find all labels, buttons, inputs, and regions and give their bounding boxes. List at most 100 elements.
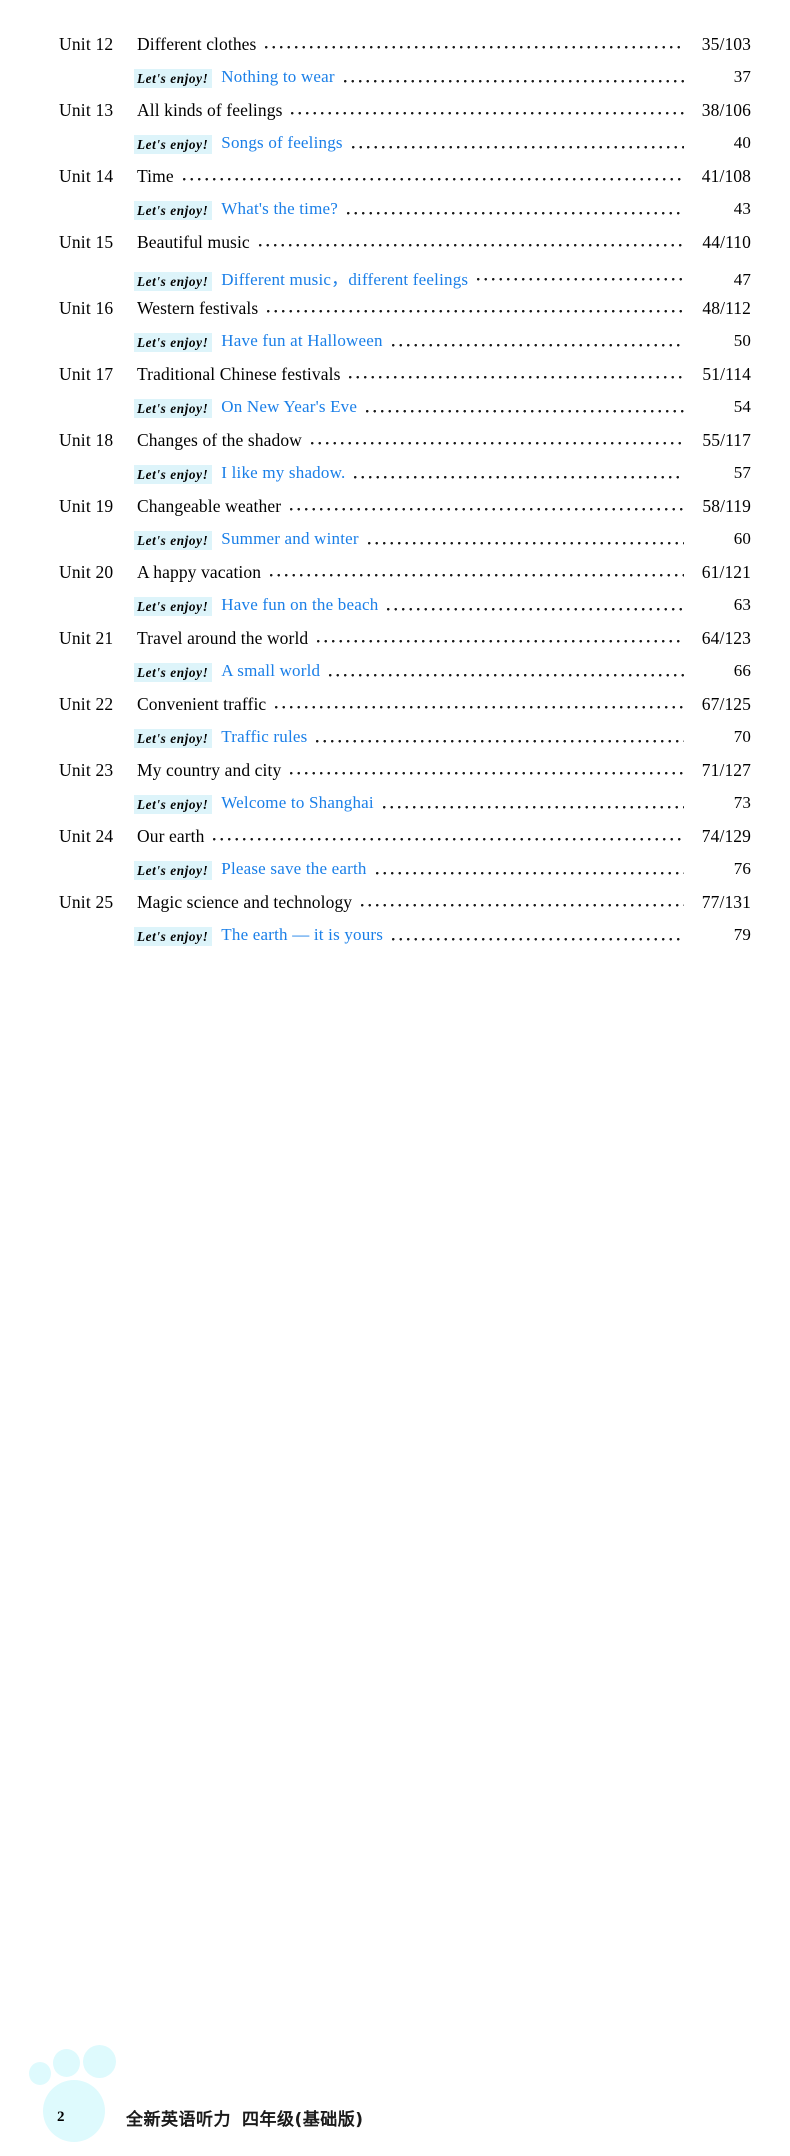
unit-label: Unit 23 <box>59 760 114 780</box>
unit-page-number: 64/123 <box>701 628 751 648</box>
enjoy-title: Have fun on the beach <box>221 595 379 614</box>
enjoy-page-number: 43 <box>733 199 751 218</box>
toc-unit-row[interactable]: Unit 21 Travel around the world 64/123 <box>59 628 751 661</box>
footer-grade: 四年级(基础版) <box>242 2110 364 2130</box>
lets-enjoy-badge: Let's enjoy! <box>134 795 213 815</box>
enjoy-page-number: 73 <box>733 793 751 812</box>
enjoy-page-number: 66 <box>733 661 751 680</box>
unit-label: Unit 24 <box>59 826 114 846</box>
enjoy-title: Summer and winter <box>221 529 359 548</box>
unit-title: Changeable weather <box>137 496 282 516</box>
toc-enjoy-row[interactable]: Let's enjoy! Traffic rules 70 <box>59 727 751 760</box>
toc-unit-row[interactable]: Unit 12 Different clothes 35/103 <box>59 34 751 67</box>
footer-book-title: 全新英语听力 四年级(基础版) <box>126 2105 364 2130</box>
dot-leader <box>349 376 684 379</box>
unit-page-number: 38/106 <box>701 100 751 120</box>
enjoy-page-number: 79 <box>733 925 751 944</box>
enjoy-page-number: 47 <box>733 270 751 289</box>
unit-label: Unit 15 <box>59 232 114 252</box>
dot-leader <box>354 476 684 479</box>
unit-page-number: 61/121 <box>701 562 751 582</box>
lets-enjoy-badge: Let's enjoy! <box>134 861 213 881</box>
toc-unit-row[interactable]: Unit 14 Time 41/108 <box>59 166 751 199</box>
paw-toe-icon <box>83 2045 116 2078</box>
toc-unit-row[interactable]: Unit 18 Changes of the shadow 55/117 <box>59 430 751 463</box>
paw-toe-icon <box>53 2049 80 2077</box>
unit-label: Unit 12 <box>59 34 114 54</box>
dot-leader <box>275 706 684 709</box>
toc-unit-row[interactable]: Unit 20 A happy vacation 61/121 <box>59 562 751 595</box>
enjoy-page-number: 70 <box>733 727 751 746</box>
toc-enjoy-row[interactable]: Let's enjoy! I like my shadow. 57 <box>59 463 751 496</box>
toc-enjoy-row[interactable]: Let's enjoy! Please save the earth 76 <box>59 859 751 892</box>
dot-leader <box>367 542 684 545</box>
page-footer: 2 全新英语听力 四年级(基础版) <box>0 1013 790 2142</box>
toc-enjoy-row[interactable]: Let's enjoy! Songs of feelings 40 <box>59 133 751 166</box>
enjoy-page-number: 50 <box>733 331 751 350</box>
page-number: 2 <box>57 2109 65 2125</box>
unit-label: Unit 13 <box>59 100 114 120</box>
unit-page-number: 74/129 <box>701 826 751 846</box>
paw-print-decoration <box>29 2036 149 2156</box>
dot-leader <box>317 640 684 643</box>
enjoy-title: Songs of feelings <box>221 133 343 152</box>
enjoy-title: Have fun at Halloween <box>221 331 383 350</box>
footer-book-name: 全新英语听力 <box>126 2110 231 2130</box>
lets-enjoy-badge: Let's enjoy! <box>134 663 213 683</box>
unit-page-number: 41/108 <box>701 166 751 186</box>
unit-page-number: 44/110 <box>702 232 751 252</box>
enjoy-title: Traffic rules <box>221 727 308 746</box>
toc-unit-row[interactable]: Unit 13 All kinds of feelings 38/106 <box>59 100 751 133</box>
unit-page-number: 35/103 <box>701 34 751 54</box>
toc-enjoy-row[interactable]: Let's enjoy! Have fun at Halloween 50 <box>59 331 751 364</box>
lets-enjoy-badge: Let's enjoy! <box>134 465 213 485</box>
dot-leader <box>316 740 684 743</box>
unit-title: Traditional Chinese festivals <box>137 364 341 384</box>
unit-page-number: 55/117 <box>702 430 751 450</box>
enjoy-title: On New Year's Eve <box>221 397 358 416</box>
toc-unit-row[interactable]: Unit 16 Western festivals 48/112 <box>59 298 751 331</box>
enjoy-page-number: 57 <box>733 463 751 482</box>
toc-unit-row[interactable]: Unit 25 Magic science and technology 77/13… <box>59 892 751 925</box>
toc-unit-row[interactable]: Unit 15 Beautiful music 44/110 <box>59 232 751 265</box>
unit-label: Unit 14 <box>59 166 114 186</box>
unit-page-number: 48/112 <box>702 298 751 318</box>
toc-enjoy-row[interactable]: Let's enjoy! The earth — it is yours 79 <box>59 925 751 958</box>
dot-leader <box>265 46 684 49</box>
toc-unit-row[interactable]: Unit 17 Traditional Chinese festivals 51/1… <box>59 364 751 397</box>
toc-enjoy-row[interactable]: Let's enjoy! A small world 66 <box>59 661 751 694</box>
lets-enjoy-badge: Let's enjoy! <box>134 399 213 419</box>
unit-label: Unit 21 <box>59 628 114 648</box>
dot-leader <box>366 410 684 413</box>
unit-title: All kinds of feelings <box>137 100 283 120</box>
enjoy-page-number: 37 <box>733 67 751 86</box>
toc-enjoy-row[interactable]: Let's enjoy! Different music，different fe… <box>59 265 751 298</box>
unit-page-number: 77/131 <box>701 892 751 912</box>
unit-title: Western festivals <box>137 298 259 318</box>
dot-leader <box>310 442 684 445</box>
toc-enjoy-row[interactable]: Let's enjoy! What's the time? 43 <box>59 199 751 232</box>
dot-leader <box>477 278 684 281</box>
toc-enjoy-row[interactable]: Let's enjoy! Nothing to wear 37 <box>59 67 751 100</box>
unit-title: Our earth <box>137 826 205 846</box>
lets-enjoy-badge: Let's enjoy! <box>134 135 213 155</box>
enjoy-title: The earth — it is yours <box>221 925 384 944</box>
toc-enjoy-row[interactable]: Let's enjoy! On New Year's Eve 54 <box>59 397 751 430</box>
lets-enjoy-badge: Let's enjoy! <box>134 531 213 551</box>
toc-unit-row[interactable]: Unit 23 My country and city 71/127 <box>59 760 751 793</box>
unit-title: Magic science and technology <box>137 892 353 912</box>
toc-unit-row[interactable]: Unit 19 Changeable weather 58/119 <box>59 496 751 529</box>
toc-enjoy-row[interactable]: Let's enjoy! Have fun on the beach 63 <box>59 595 751 628</box>
toc-enjoy-row[interactable]: Let's enjoy! Welcome to Shanghai 73 <box>59 793 751 826</box>
toc-enjoy-row[interactable]: Let's enjoy! Summer and winter 60 <box>59 529 751 562</box>
lets-enjoy-badge: Let's enjoy! <box>134 201 213 221</box>
toc-unit-row[interactable]: Unit 22 Convenient traffic 67/125 <box>59 694 751 727</box>
toc-entry-list: Unit 12 Different clothes 35/103 Let's enjo… <box>59 34 751 958</box>
enjoy-title: A small world <box>221 661 321 680</box>
enjoy-page-number: 63 <box>733 595 751 614</box>
enjoy-title: What's the time? <box>221 199 339 218</box>
dot-leader <box>361 904 684 907</box>
toc-unit-row[interactable]: Unit 24 Our earth 74/129 <box>59 826 751 859</box>
lets-enjoy-badge: Let's enjoy! <box>134 272 213 292</box>
lets-enjoy-badge: Let's enjoy! <box>134 927 213 947</box>
